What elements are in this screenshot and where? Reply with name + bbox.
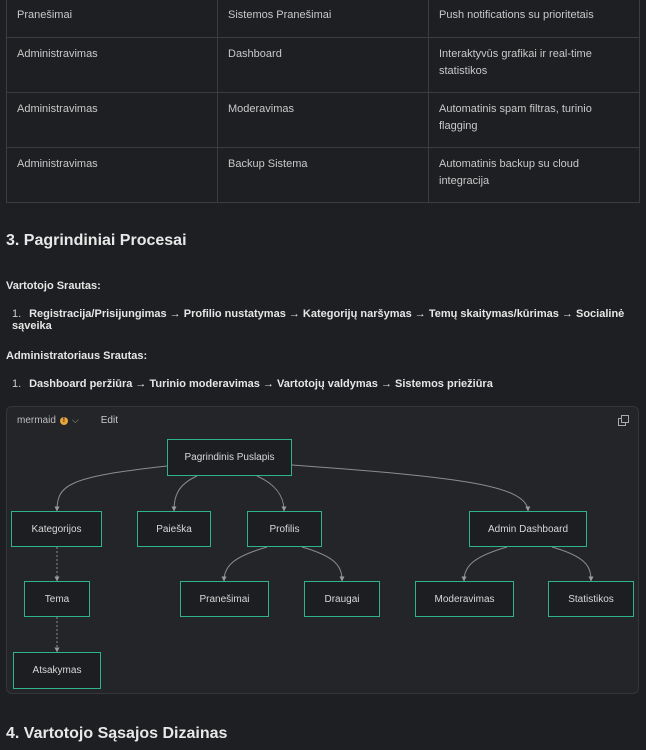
edge-root-paieska [171, 475, 198, 512]
node-moderavimas: Moderavimas [415, 581, 514, 617]
table-cell: Moderavimas [217, 92, 429, 148]
table-row: Administravimas Backup Sistema Automatin… [6, 147, 640, 203]
table-cell: Automatinis backup su cloud integracija [428, 147, 640, 203]
edge-root-kategorijos [54, 465, 168, 512]
edge-admin-statistikos [551, 546, 594, 582]
node-root: Pagrindinis Puslapis [167, 439, 292, 476]
table-row: Pranešimai Sistemos Pranešimai Push noti… [6, 0, 640, 38]
admin-flow-list-item: 1. Dashboard peržiūra → Turinio moderavi… [12, 378, 493, 390]
table-row: Administravimas Dashboard Interaktyvūs g… [6, 37, 640, 93]
table-cell: Sistemos Pranešimai [217, 0, 429, 38]
table-cell: Push notifications su prioritetais [428, 0, 640, 38]
section-heading: 3. Pagrindiniai Procesai [6, 232, 187, 249]
list-number: 1. [12, 378, 22, 390]
edge-root-admin [291, 464, 531, 512]
edge-profilis-draugai [301, 546, 345, 582]
table-cell: Administravimas [6, 147, 218, 203]
edge-profilis-pranesimai [221, 546, 268, 582]
node-paieska: Paieška [137, 511, 211, 547]
table-cell: Automatinis spam filtras, turinio flaggi… [428, 92, 640, 148]
node-profilis: Profilis [247, 511, 322, 547]
admin-flow-label: Administratoriaus Srautas: [6, 350, 148, 362]
table-row: Administravimas Moderavimas Automatinis … [6, 92, 640, 148]
edge-root-profilis [256, 475, 287, 512]
table-cell: Backup Sistema [217, 147, 429, 203]
admin-flow-text: Dashboard peržiūra → Turinio moderavimas… [29, 378, 493, 390]
table-cell: Administravimas [6, 37, 218, 93]
node-atsakymas: Atsakymas [13, 652, 101, 689]
mermaid-diagram-panel: mermaid ! ⌵ Edit Pagrindinis Puslapis Ka… [6, 406, 639, 694]
table-cell: Pranešimai [6, 0, 218, 38]
edge-admin-moderavimas [461, 546, 508, 582]
diagram-edges [54, 464, 594, 653]
table-cell: Administravimas [6, 92, 218, 148]
table-cell: Dashboard [217, 37, 429, 93]
node-statistikos: Statistikos [548, 581, 634, 617]
table-cell: Interaktyvūs grafikai ir real-time stati… [428, 37, 640, 93]
feature-table: Pranešimai Sistemos Pranešimai Push noti… [6, 0, 640, 203]
user-flow-text: Registracija/Prisijungimas → Profilio nu… [12, 308, 625, 332]
node-tema: Tema [24, 581, 90, 617]
node-draugai: Draugai [304, 581, 380, 617]
node-admin-dashboard: Admin Dashboard [469, 511, 587, 547]
user-flow-label: Vartotojo Srautas: [6, 280, 101, 292]
section-heading: 4. Vartotojo Sąsajos Dizainas [6, 725, 228, 742]
list-number: 1. [12, 308, 22, 320]
node-kategorijos: Kategorijos [11, 511, 102, 547]
node-pranesimai: Pranešimai [180, 581, 269, 617]
user-flow-list-item: 1. Registracija/Prisijungimas → Profilio… [12, 308, 646, 332]
